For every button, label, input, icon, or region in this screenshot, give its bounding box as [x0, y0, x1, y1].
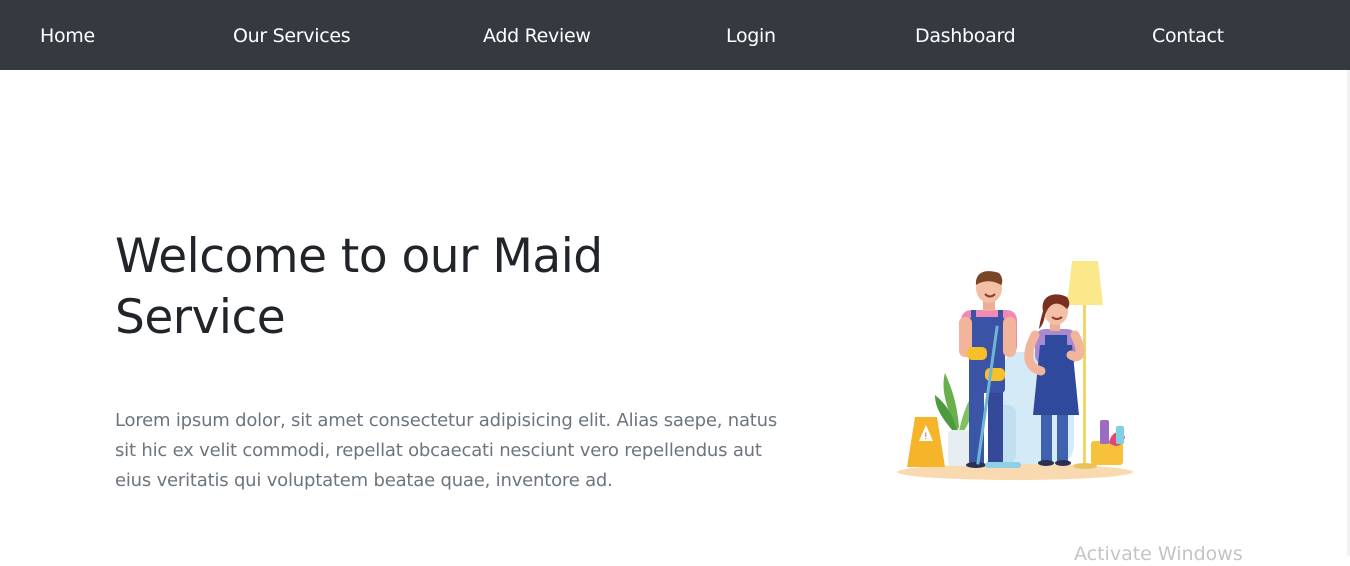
nav-our-services-link[interactable]: Our Services [233, 0, 351, 70]
nav-contact-link[interactable]: Contact [1152, 0, 1224, 70]
nav-dashboard-link[interactable]: Dashboard [915, 0, 1016, 70]
hero-title: Welcome to our Maid Service [115, 229, 603, 345]
cleaning-staff-illustration: ! [897, 261, 1133, 480]
svg-text:!: ! [924, 432, 928, 442]
nav-login-link[interactable]: Login [726, 0, 776, 70]
nav-home-link[interactable]: Home [40, 0, 95, 70]
top-navbar: Home Our Services Add Review Login Dashb… [0, 0, 1350, 70]
hero-description: Lorem ipsum dolor, sit amet consectetur … [115, 410, 778, 491]
activate-windows-watermark: Activate Windows [1074, 543, 1243, 565]
nav-add-review-link[interactable]: Add Review [483, 0, 591, 70]
